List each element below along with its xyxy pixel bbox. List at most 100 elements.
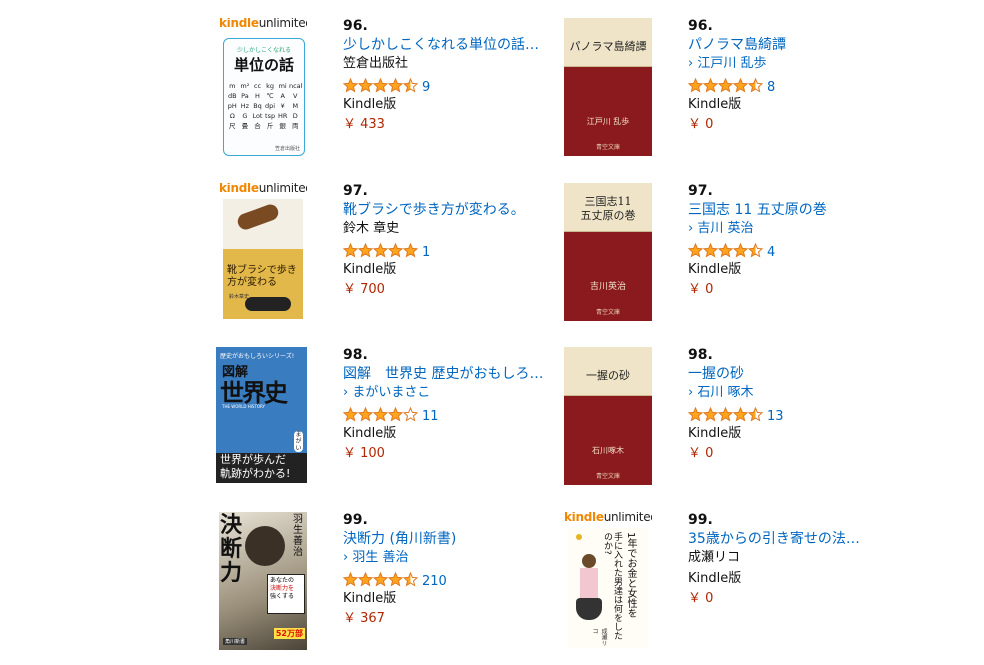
list-item: 歴史がおもしろいシリーズ! 図解 世界史 THE WORLD HISTORY ま… (216, 347, 556, 487)
star-icon (357, 406, 374, 426)
review-count-link[interactable]: 1 (422, 245, 430, 260)
cover-unit-text: H (255, 92, 260, 100)
star-icon (372, 242, 389, 262)
price: ￥ 0 (688, 282, 714, 297)
star-icon (687, 406, 704, 426)
author-link[interactable]: › まがいまさこ (343, 385, 573, 406)
format: Kindle版 (343, 97, 397, 112)
format: Kindle版 (688, 426, 742, 441)
list-item: 一握の砂 石川啄木 青空文庫 98. 一握の砂 › 石川 啄木 13 Kindl… (564, 347, 904, 487)
price: ￥ 0 (688, 591, 714, 606)
book-title-link[interactable]: パノラマ島綺譚 (688, 36, 918, 56)
rank: 99. (688, 512, 713, 528)
review-count-link[interactable]: 13 (767, 409, 784, 424)
book-cover[interactable]: 決断力 羽生善治 あなたの 決断力を 強くする 52万部 角川新書 (219, 512, 307, 650)
format: Kindle版 (688, 571, 742, 586)
review-count-link[interactable]: 11 (422, 409, 439, 424)
rank: 97. (688, 183, 713, 199)
review-count-link[interactable]: 4 (767, 245, 775, 260)
cover-unit-text: m² (240, 82, 250, 90)
star-rating[interactable] (342, 406, 419, 426)
price: ￥ 700 (343, 282, 385, 297)
book-title-link[interactable]: 三国志 11 五丈原の巻 (688, 201, 918, 221)
format: Kindle版 (343, 262, 397, 277)
book-cover[interactable]: 歴史がおもしろいシリーズ! 図解 世界史 THE WORLD HISTORY ま… (216, 347, 307, 483)
list-item: パノラマ島綺譚 江戸川 乱歩 青空文庫 96. パノラマ島綺譚 › 江戸川 乱歩… (564, 18, 904, 158)
star-rating[interactable] (342, 571, 419, 591)
star-icon (342, 571, 359, 591)
author-link[interactable]: › 羽生 善治 (343, 550, 573, 571)
star-icon (402, 242, 419, 262)
star-icon (717, 406, 734, 426)
star-icon (402, 406, 419, 426)
price: ￥ 433 (343, 117, 385, 132)
star-icon (732, 406, 749, 426)
author: 鈴木 章史 (343, 221, 400, 236)
book-title-link[interactable]: 一握の砂 (688, 365, 918, 385)
author-link[interactable]: › 石川 啄木 (688, 385, 918, 406)
book-cover[interactable]: パノラマ島綺譚 江戸川 乱歩 青空文庫 (564, 18, 652, 156)
book-title-link[interactable]: 靴ブラシで歩き方が変わる。 (343, 201, 573, 221)
book-title-link[interactable]: 決断力 (角川新書) (343, 530, 573, 550)
author: 成瀬リコ (688, 550, 741, 565)
star-rating[interactable] (687, 77, 764, 97)
book-cover[interactable]: kindleunlimited 靴ブラシで歩き方が変わる 鈴木章史 (219, 183, 307, 321)
cover-unit-text: ¥ (280, 102, 285, 110)
rating: 13 (687, 406, 918, 426)
star-rating[interactable] (342, 77, 419, 97)
list-item: 三国志11 五丈原の巻 吉川英治 青空文庫 97. 三国志 11 五丈原の巻 › … (564, 183, 904, 323)
cover-unit-text: 両 (292, 122, 299, 130)
star-icon (342, 406, 359, 426)
star-icon (717, 77, 734, 97)
rating: 4 (687, 242, 918, 262)
book-title-link[interactable]: 図解 世界史 歴史がおもしろ… (343, 365, 573, 385)
star-icon (387, 77, 404, 97)
star-rating[interactable] (342, 242, 419, 262)
rank: 97. (343, 183, 368, 199)
star-icon (357, 77, 374, 97)
cover-unit-text: mi (278, 82, 287, 90)
list-item: 決断力 羽生善治 あなたの 決断力を 強くする 52万部 角川新書 99. 決断力 … (219, 512, 559, 652)
review-count-link[interactable]: 8 (767, 80, 775, 95)
kindle-unlimited-logo: kindleunlimited (219, 183, 307, 195)
rank: 96. (688, 18, 713, 34)
cover-unit-text: 畳 (241, 122, 249, 130)
cover-unit-text: Bq (253, 102, 262, 110)
book-cover[interactable]: 一握の砂 石川啄木 青空文庫 (564, 347, 652, 485)
star-icon (732, 242, 749, 262)
book-cover[interactable]: 三国志11 五丈原の巻 吉川英治 青空文庫 (564, 183, 652, 321)
cover-unit-text: D (292, 112, 298, 120)
cover-unit-text: A (280, 92, 285, 100)
list-item: kindleunlimited 靴ブラシで歩き方が変わる 鈴木章史 97. 靴ブ… (219, 183, 559, 323)
review-count-link[interactable]: 210 (422, 574, 447, 589)
cover-unit-text: dpi (265, 102, 276, 110)
book-title-link[interactable]: 35歳からの引き寄せの法… (688, 530, 918, 550)
star-rating[interactable] (687, 406, 764, 426)
star-icon (687, 77, 704, 97)
kindle-unlimited-logo: kindleunlimited (564, 512, 652, 524)
price: ￥ 100 (343, 446, 385, 461)
author-link[interactable]: › 吉川 英治 (688, 221, 918, 242)
price: ￥ 0 (688, 117, 714, 132)
format: Kindle版 (343, 591, 397, 606)
rank: 96. (343, 18, 368, 34)
cover-unit-text: 銀 (279, 122, 286, 130)
rating: 210 (342, 571, 573, 591)
book-cover[interactable]: kindleunlimited 少しかしこくなれる 単位の話 mm²cckgmi… (219, 18, 307, 156)
star-icon (372, 571, 389, 591)
star-icon (387, 242, 404, 262)
rank: 98. (688, 347, 713, 363)
star-rating[interactable] (687, 242, 764, 262)
star-icon (702, 242, 719, 262)
price: ￥ 367 (343, 611, 385, 626)
author-link[interactable]: › 江戸川 乱歩 (688, 56, 918, 77)
cover-unit-text: Lot (252, 112, 263, 120)
cover-unit-text: ncal (288, 82, 303, 90)
cover-unit-text: m (229, 82, 236, 90)
star-icon (342, 77, 359, 97)
star-icon (747, 242, 764, 262)
cover-unit-text: 尺 (229, 122, 236, 130)
review-count-link[interactable]: 9 (422, 80, 430, 95)
book-cover[interactable]: kindleunlimited 1年でお金と女性を 手に入れた男達は何をしたのか… (564, 512, 652, 650)
book-title-link[interactable]: 少しかしこくなれる単位の話… (343, 36, 573, 56)
